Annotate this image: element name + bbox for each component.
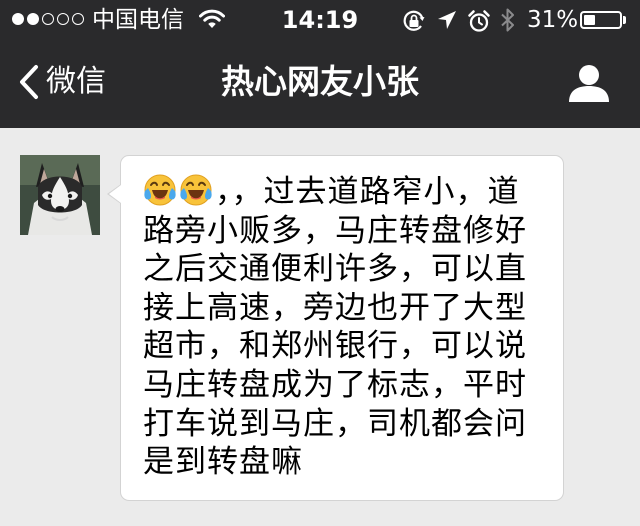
- battery-tip: [623, 16, 626, 24]
- bluetooth-icon: [501, 8, 514, 32]
- battery-icon: [580, 11, 622, 29]
- avatar[interactable]: [20, 155, 100, 235]
- battery-level-fill: [584, 15, 595, 25]
- status-bar: 中国电信 14:19 31%: [0, 0, 640, 40]
- battery-percent: 31%: [527, 7, 579, 33]
- laughing-crying-emoji: [144, 174, 176, 206]
- orientation-lock-icon: [403, 10, 425, 31]
- message-text: ，，过去道路窄小，道路旁小贩多，马庄转盘修好之后交通便利许多，可以直接上高速，旁…: [143, 174, 527, 481]
- laughing-crying-emoji: [180, 174, 212, 206]
- alarm-icon: [468, 10, 490, 32]
- chat-title: 热心网友小张: [221, 62, 419, 101]
- husky-dog-avatar: [20, 155, 100, 235]
- location-arrow-icon: [438, 11, 456, 29]
- bubble-tail: [109, 185, 121, 203]
- message-bubble[interactable]: ，，过去道路窄小，道路旁小贩多，马庄转盘修好之后交通便利许多，可以直接上高速，旁…: [120, 155, 564, 501]
- top-bar: 中国电信 14:19 31% 微信 热心网友小张: [0, 0, 640, 128]
- person-icon[interactable]: [568, 64, 610, 102]
